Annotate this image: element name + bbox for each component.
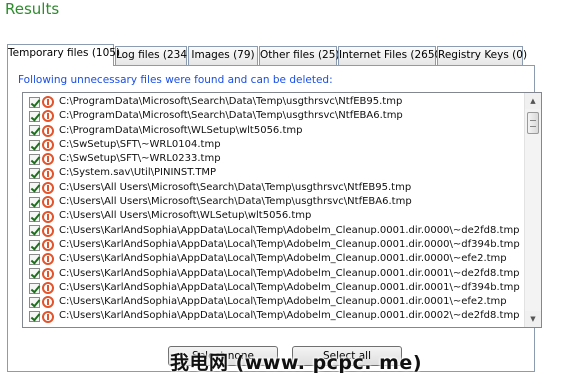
file-path: C:\System.sav\Util\PININST.TMP [59, 167, 217, 179]
delete-file-icon [42, 296, 54, 309]
file-path: C:\Users\All Users\Microsoft\Search\Data… [59, 181, 412, 193]
list-item[interactable]: C:\ProgramData\Microsoft\WLSetup\wlt5056… [23, 124, 521, 138]
file-path: C:\SwSetup\SFT\~WRL0104.tmp [59, 138, 221, 150]
file-path: C:\ProgramData\Microsoft\WLSetup\wlt5056… [59, 124, 303, 136]
file-list[interactable]: C:\ProgramData\Microsoft\Search\Data\Tem… [22, 92, 542, 328]
file-rows: C:\ProgramData\Microsoft\Search\Data\Tem… [23, 95, 521, 324]
checkbox-checked-icon[interactable] [29, 268, 40, 280]
file-path: C:\Users\KarlAndSophia\AppData\Local\Tem… [59, 310, 520, 322]
list-item[interactable]: C:\Users\KarlAndSophia\AppData\Local\Tem… [23, 267, 521, 281]
file-path: C:\Users\KarlAndSophia\AppData\Local\Tem… [59, 238, 520, 250]
checkbox-checked-icon[interactable] [29, 110, 40, 122]
list-item[interactable]: C:\Users\All Users\Microsoft\Search\Data… [23, 195, 521, 209]
watermark-text: 我电网 (www. pcpc. me) [170, 352, 423, 374]
delete-file-icon [42, 153, 54, 166]
tab-images[interactable]: Images (79) [188, 46, 258, 65]
file-path: C:\Users\KarlAndSophia\AppData\Local\Tem… [59, 253, 507, 265]
checkbox-checked-icon[interactable] [29, 225, 40, 237]
list-item[interactable]: C:\Users\KarlAndSophia\AppData\Local\Tem… [23, 295, 521, 309]
delete-file-icon [42, 253, 54, 266]
delete-file-icon [42, 96, 54, 109]
checkbox-checked-icon[interactable] [29, 139, 40, 151]
list-item[interactable]: C:\Users\KarlAndSophia\AppData\Local\Tem… [23, 252, 521, 266]
checkbox-checked-icon[interactable] [29, 153, 40, 165]
list-item[interactable]: C:\Users\All Users\Microsoft\Search\Data… [23, 181, 521, 195]
file-path: C:\Users\KarlAndSophia\AppData\Local\Tem… [59, 267, 520, 279]
checkbox-checked-icon[interactable] [29, 311, 40, 323]
delete-file-icon [42, 167, 54, 180]
vertical-scrollbar[interactable]: ▲ ▼ [524, 93, 541, 327]
list-item[interactable]: C:\SwSetup\SFT\~WRL0104.tmp [23, 138, 521, 152]
delete-file-icon [42, 239, 54, 252]
file-path: C:\Users\All Users\Microsoft\Search\Data… [59, 196, 412, 208]
tab-registry-keys[interactable]: Registry Keys (0) [437, 46, 527, 65]
scroll-down-arrow-icon[interactable]: ▼ [525, 311, 541, 327]
file-path: C:\Users\All Users\Microsoft\WLSetup\wlt… [59, 210, 312, 222]
list-item[interactable]: C:\System.sav\Util\PININST.TMP [23, 166, 521, 180]
file-path: C:\Users\KarlAndSophia\AppData\Local\Tem… [59, 224, 520, 236]
list-item[interactable]: C:\Users\KarlAndSophia\AppData\Local\Tem… [23, 281, 521, 295]
file-path: C:\Users\KarlAndSophia\AppData\Local\Tem… [59, 281, 520, 293]
file-path: C:\ProgramData\Microsoft\Search\Data\Tem… [59, 110, 403, 122]
checkbox-checked-icon[interactable] [29, 296, 40, 308]
results-title: Results [5, 0, 60, 18]
delete-file-icon [42, 310, 54, 323]
file-path: C:\Users\KarlAndSophia\AppData\Local\Tem… [59, 296, 507, 308]
checkbox-checked-icon[interactable] [29, 253, 40, 265]
checkbox-checked-icon[interactable] [29, 125, 40, 137]
scroll-up-arrow-icon[interactable]: ▲ [525, 93, 541, 109]
file-path: C:\ProgramData\Microsoft\Search\Data\Tem… [59, 96, 403, 107]
delete-file-icon [42, 110, 54, 123]
scroll-thumb[interactable] [527, 112, 539, 134]
delete-file-icon [42, 139, 54, 152]
delete-file-icon [42, 196, 54, 209]
list-item[interactable]: C:\Users\All Users\Microsoft\WLSetup\wlt… [23, 209, 521, 223]
checkbox-checked-icon[interactable] [29, 211, 40, 223]
tab-other-files[interactable]: Other files (25) [259, 46, 340, 65]
delete-file-icon [42, 210, 54, 223]
delete-file-icon [42, 224, 54, 237]
checkbox-checked-icon[interactable] [29, 196, 40, 208]
list-item[interactable]: C:\ProgramData\Microsoft\Search\Data\Tem… [23, 95, 521, 109]
tab-temporary-files[interactable]: Temporary files (105) [7, 44, 120, 66]
list-item[interactable]: C:\SwSetup\SFT\~WRL0233.tmp [23, 152, 521, 166]
checkbox-checked-icon[interactable] [29, 96, 40, 108]
list-item[interactable]: C:\Users\KarlAndSophia\AppData\Local\Tem… [23, 238, 521, 252]
checkbox-checked-icon[interactable] [29, 239, 40, 251]
delete-file-icon [42, 267, 54, 280]
list-item[interactable]: C:\Users\KarlAndSophia\AppData\Local\Tem… [23, 224, 521, 238]
checkbox-checked-icon[interactable] [29, 168, 40, 180]
checkbox-checked-icon[interactable] [29, 182, 40, 194]
tab-internet-files[interactable]: Internet Files (2650) [338, 46, 445, 65]
tab-strip: Temporary files (105) Log files (234) Im… [7, 44, 567, 66]
checkbox-checked-icon[interactable] [29, 282, 40, 294]
delete-file-icon [42, 181, 54, 194]
notice-text: Following unnecessary files were found a… [18, 74, 333, 86]
delete-file-icon [42, 124, 54, 137]
tab-log-files[interactable]: Log files (234) [115, 46, 191, 65]
file-path: C:\SwSetup\SFT\~WRL0233.tmp [59, 153, 221, 165]
list-item[interactable]: C:\ProgramData\Microsoft\Search\Data\Tem… [23, 109, 521, 123]
delete-file-icon [42, 282, 54, 294]
list-item[interactable]: C:\Users\KarlAndSophia\AppData\Local\Tem… [23, 309, 521, 323]
